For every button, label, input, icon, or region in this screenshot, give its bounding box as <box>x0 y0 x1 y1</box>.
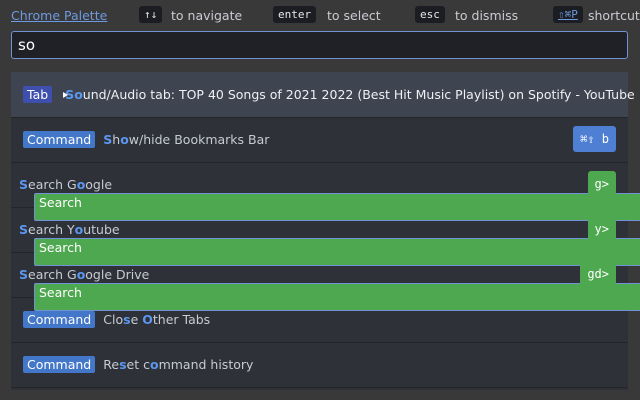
label-text: Re <box>103 357 120 372</box>
match-highlight: o <box>74 87 83 102</box>
cmd-badge: Command <box>23 131 96 148</box>
result-label: Reset command history <box>103 357 253 372</box>
label-text: e <box>130 312 143 327</box>
cmd-badge: Command <box>23 356 96 373</box>
select-hint: to select <box>327 8 381 23</box>
shortcut-badge: gd> <box>580 261 616 287</box>
navigate-hint: to navigate <box>171 8 243 23</box>
label-text: earch Y <box>28 222 75 237</box>
label-text: utube <box>83 222 120 237</box>
match-highlight: o <box>76 267 86 282</box>
tab-badge: Tab <box>23 86 53 103</box>
label-text: ther Tabs <box>152 312 211 327</box>
result-label: Show/hide Bookmarks Bar <box>103 132 269 147</box>
result-label: Close Other Tabs <box>103 312 210 327</box>
match-highlight: o <box>120 132 129 147</box>
match-highlight: s <box>119 357 127 372</box>
result-label: Sound/Audio tab: TOP 40 Songs of 2021 20… <box>65 87 635 102</box>
navigate-key: ↑↓ <box>139 6 163 23</box>
results-list: Tab Sound/Audio tab: TOP 40 Songs of 2021… <box>11 72 640 390</box>
match-highlight: O <box>142 312 153 327</box>
dismiss-key: esc <box>415 6 445 23</box>
result-row[interactable]: Search Search Youtube y> <box>11 207 640 266</box>
result-label: Search Google <box>19 177 112 192</box>
result-label: Search Google Drive <box>19 267 149 282</box>
label-text: earch G <box>28 177 77 192</box>
result-row[interactable]: Command Show/hide Bookmarks Bar ⌘⇧ b <box>11 117 628 163</box>
match-highlight: S <box>103 132 113 147</box>
label-text: mmand history <box>158 357 254 372</box>
match-highlight: o <box>149 357 159 372</box>
label-text: Clo <box>103 312 124 327</box>
shortcut-hint: shortcut <box>588 8 640 23</box>
brand-link[interactable]: Chrome Palette <box>11 8 107 23</box>
select-key: enter <box>273 6 317 23</box>
match-highlight: s <box>123 312 131 327</box>
shortcut-badge: y> <box>587 216 616 242</box>
label-text: w/hide Bookmarks Bar <box>128 132 270 147</box>
label-text: ogle Drive <box>85 267 150 282</box>
result-row[interactable]: Command Reset command history <box>11 342 628 388</box>
cmd-badge: Command <box>23 311 96 328</box>
result-row[interactable]: Tab Sound/Audio tab: TOP 40 Songs of 2021… <box>11 72 635 118</box>
match-highlight: S <box>19 177 29 192</box>
label-text: earch G <box>28 267 77 282</box>
top-bar: Chrome Palette ↑↓ to navigate enter to s… <box>0 0 640 30</box>
search-input[interactable] <box>12 32 627 58</box>
label-text: h <box>112 132 121 147</box>
result-label: Search Youtube <box>19 222 120 237</box>
search-box <box>11 31 628 59</box>
result-row[interactable]: Command Close Other Tabs <box>11 297 628 343</box>
match-highlight: S <box>19 267 29 282</box>
match-highlight: o <box>74 222 84 237</box>
shortcut-key-link[interactable]: ⇧⌘P <box>553 6 583 23</box>
shortcut-badge: g> <box>587 171 616 197</box>
label-text: ogle <box>85 177 113 192</box>
result-row[interactable]: Search Search Google Drive gd> <box>11 252 640 311</box>
label-text: et c <box>126 357 150 372</box>
shortcut-badge: ⌘⇧ b <box>573 126 616 152</box>
dismiss-hint: to dismiss <box>455 8 519 23</box>
match-highlight: o <box>76 177 86 192</box>
result-row[interactable]: Search Search Google g> <box>11 162 640 221</box>
label-text: und/Audio tab: TOP 40 Songs of 2021 2022… <box>82 87 635 102</box>
match-highlight: S <box>19 222 29 237</box>
